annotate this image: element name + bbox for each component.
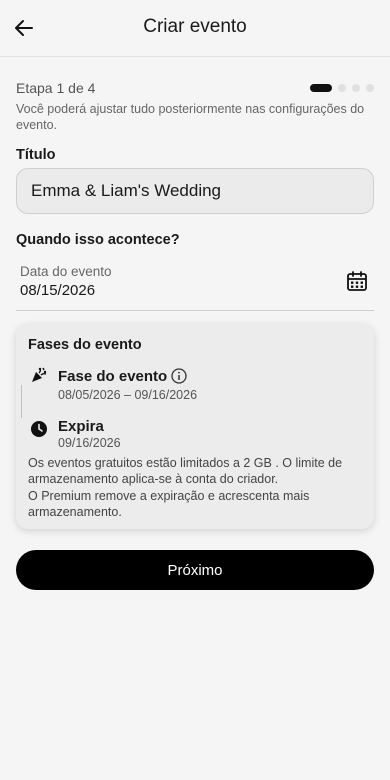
date-value: 08/15/2026 (20, 282, 96, 299)
step-dots (310, 84, 374, 92)
step-dot (338, 84, 346, 92)
step-hint: Você poderá ajustar tudo posteriormente … (16, 102, 365, 132)
title-input[interactable]: Emma & Liam's Wedding (16, 168, 374, 214)
step-dot (366, 84, 374, 92)
app-header: Criar evento (0, 0, 390, 57)
step-indicator: Etapa 1 de 4 (16, 80, 374, 98)
storage-note: Os eventos gratuitos estão limitados a 2… (28, 456, 343, 486)
event-date-field[interactable]: Data do evento 08/15/2026 (16, 258, 374, 311)
expire-name: Expira (58, 418, 104, 435)
next-button[interactable]: Próximo (16, 550, 374, 590)
date-label: Data do evento (20, 264, 112, 279)
page-title: Criar evento (143, 16, 247, 37)
party-popper-icon (32, 367, 47, 382)
title-label: Título (16, 147, 56, 163)
event-phases-card: Fases do evento Fase do evento 08/05/202… (16, 324, 374, 529)
info-icon[interactable] (171, 368, 187, 384)
phases-title: Fases do evento (28, 337, 142, 353)
step-text: Etapa 1 de 4 (16, 80, 96, 96)
phase-date: 08/05/2026 – 09/16/2026 (58, 388, 198, 402)
step-dot (352, 84, 360, 92)
clock-icon (31, 421, 47, 437)
premium-note: O Premium remove a expiração e acrescent… (28, 489, 310, 519)
calendar-icon[interactable] (346, 270, 368, 292)
title-input-value: Emma & Liam's Wedding (31, 181, 222, 200)
expire-date: 09/16/2026 (58, 436, 121, 450)
when-label: Quando isso acontece? (16, 232, 180, 248)
step-dot-active (310, 84, 332, 92)
timeline-connector (21, 385, 22, 418)
phase-name: Fase do evento (58, 368, 168, 385)
